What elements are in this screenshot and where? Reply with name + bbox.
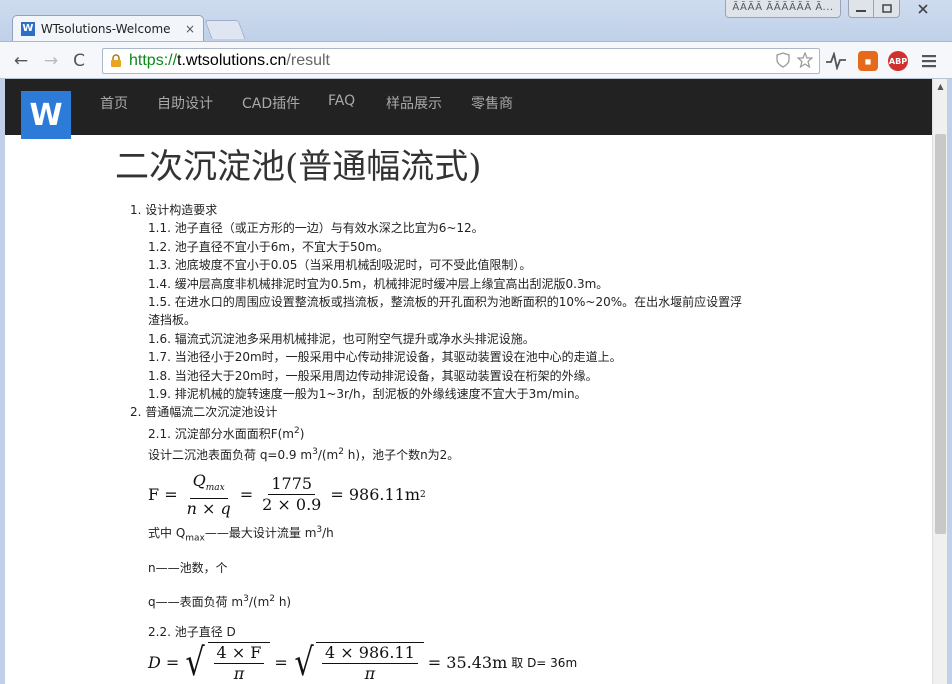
star-icon[interactable] bbox=[797, 52, 813, 68]
nav-cad-plugin[interactable]: CAD插件 bbox=[242, 93, 300, 113]
section-heading: 1. 设计构造要求 bbox=[130, 203, 218, 217]
extension-orange-icon[interactable]: ◼ bbox=[858, 51, 878, 71]
scroll-up-icon[interactable]: ▲ bbox=[933, 79, 948, 94]
minimize-icon bbox=[856, 9, 866, 12]
new-tab-button[interactable] bbox=[204, 20, 246, 39]
list-item: 1.8. 当池径大于20m时，一般采用周边传动排泥设备，其驱动装置设在桁架的外缘… bbox=[148, 368, 598, 383]
list-item: 1.5. 在进水口的周围应设置整流板或挡流板，整流板的开孔面积为池断面积的10%… bbox=[148, 295, 743, 310]
definition-n: n——池数，个 bbox=[148, 561, 228, 576]
window-frame-right bbox=[947, 79, 952, 684]
diameter-formula: D = √ 4 × Fπ = √ 4 × 986.11 π = 35.43m 取 D= … bbox=[148, 639, 578, 684]
address-bar[interactable]: https://t.wtsolutions.cn/result bbox=[102, 48, 820, 74]
url-host: t.wtsolutions.cn bbox=[177, 52, 287, 69]
minimize-button[interactable] bbox=[848, 0, 874, 18]
url-path: /result bbox=[286, 52, 330, 69]
tab-close-icon[interactable]: × bbox=[185, 22, 195, 36]
nav-self-design[interactable]: 自助设计 bbox=[157, 93, 213, 113]
forward-icon[interactable]: → bbox=[40, 50, 62, 72]
scroll-thumb[interactable] bbox=[935, 134, 946, 534]
tab-title: WTsolutions-Welcome bbox=[40, 21, 171, 36]
list-item: 1.6. 辐流式沉淀池多采用机械排泥，也可附空气提升或净水头排泥设施。 bbox=[148, 331, 535, 346]
result-content: 二次沉淀池(普通幅流式) 1. 设计构造要求 1.1. 池子直径（或正方形的一边… bbox=[115, 145, 835, 684]
page-viewport: W 首页 自助设计 CAD插件 FAQ 样品展示 零售商 二次沉淀池(普通幅流式… bbox=[5, 79, 932, 684]
section-heading: 2. 普通幅流二次沉淀池设计 bbox=[130, 405, 278, 420]
url-scheme: https:// bbox=[129, 52, 178, 69]
list-item: 1.3. 池底坡度不宜小于0.05（当采用机械刮吸泥时，可不受此值限制）。 bbox=[148, 258, 532, 273]
pulse-icon[interactable] bbox=[826, 52, 846, 70]
reload-icon[interactable]: C bbox=[68, 50, 90, 72]
browser-toolbar: ← → C https://t.wtsolutions.cn/result ◼ … bbox=[0, 41, 952, 79]
area-formula: F = Qmax n × q = 1775 2 × 0.9 = 986.11m 2 bbox=[148, 470, 426, 518]
subsection-heading: 2.2. 池子直径 D bbox=[148, 625, 236, 640]
page-title: 二次沉淀池(普通幅流式) bbox=[115, 147, 482, 187]
browser-tab[interactable]: W WTsolutions-Welcome × bbox=[12, 15, 204, 41]
nav-samples[interactable]: 样品展示 bbox=[386, 93, 442, 113]
list-item: 1.9. 排泥机械的旋转速度一般为1~3r/h，刮泥板的外缘线速度不宜大于3m/… bbox=[148, 387, 587, 402]
close-window-button[interactable] bbox=[906, 0, 940, 18]
list-item: 1.2. 池子直径不宜小于6m，不宜大于50m。 bbox=[148, 239, 389, 254]
maximize-button[interactable] bbox=[874, 0, 900, 18]
site-navbar: W 首页 自助设计 CAD插件 FAQ 样品展示 零售商 bbox=[5, 79, 932, 139]
list-item: 1.1. 池子直径（或正方形的一边）与有效水深之比宜为6~12。 bbox=[148, 221, 484, 236]
browser-window: W WTsolutions-Welcome × ÃĀÃĀ ÃĀÃĀÃĀ Ã...… bbox=[0, 0, 952, 684]
back-icon[interactable]: ← bbox=[10, 50, 32, 72]
menu-icon[interactable] bbox=[922, 54, 938, 68]
list-item: 1.7. 当池径小于20m时，一般采用中心传动排泥设备，其驱动装置设在池中心的走… bbox=[148, 350, 622, 365]
design-parameters: 设计二沉池表面负荷 q=0.9 m3/(m2 h)，池子个数n为2。 bbox=[148, 447, 460, 463]
lock-icon bbox=[111, 54, 121, 67]
profile-badge[interactable]: ÃĀÃĀ ÃĀÃĀÃĀ Ã... bbox=[725, 0, 841, 18]
close-icon bbox=[918, 4, 928, 14]
tab-strip: W WTsolutions-Welcome × ÃĀÃĀ ÃĀÃĀÃĀ Ã... bbox=[0, 0, 952, 41]
nav-home[interactable]: 首页 bbox=[100, 93, 128, 113]
shield-icon[interactable] bbox=[775, 52, 791, 68]
list-item: 1.4. 缓冲层高度非机械排泥时宜为0.5m，机械排泥时缓冲层上缘宜高出刮泥版0… bbox=[148, 276, 609, 291]
definition-q: q——表面负荷 m3/(m2 h) bbox=[148, 593, 292, 609]
adblock-icon[interactable]: ABP bbox=[888, 51, 908, 71]
definition-qmax: 式中 Qmax——最大设计流量 m3/h bbox=[148, 524, 334, 544]
site-logo[interactable]: W bbox=[21, 91, 71, 139]
tab-favicon-icon: W bbox=[21, 21, 35, 36]
subsection-heading: 2.1. 沉淀部分水面面积F(m2) bbox=[148, 425, 305, 441]
nav-retailers[interactable]: 零售商 bbox=[471, 93, 513, 113]
list-item-continuation: 渣挡板。 bbox=[148, 313, 197, 328]
restore-icon bbox=[881, 4, 892, 13]
nav-faq[interactable]: FAQ bbox=[328, 93, 355, 109]
vertical-scrollbar[interactable]: ▲ bbox=[932, 79, 947, 684]
